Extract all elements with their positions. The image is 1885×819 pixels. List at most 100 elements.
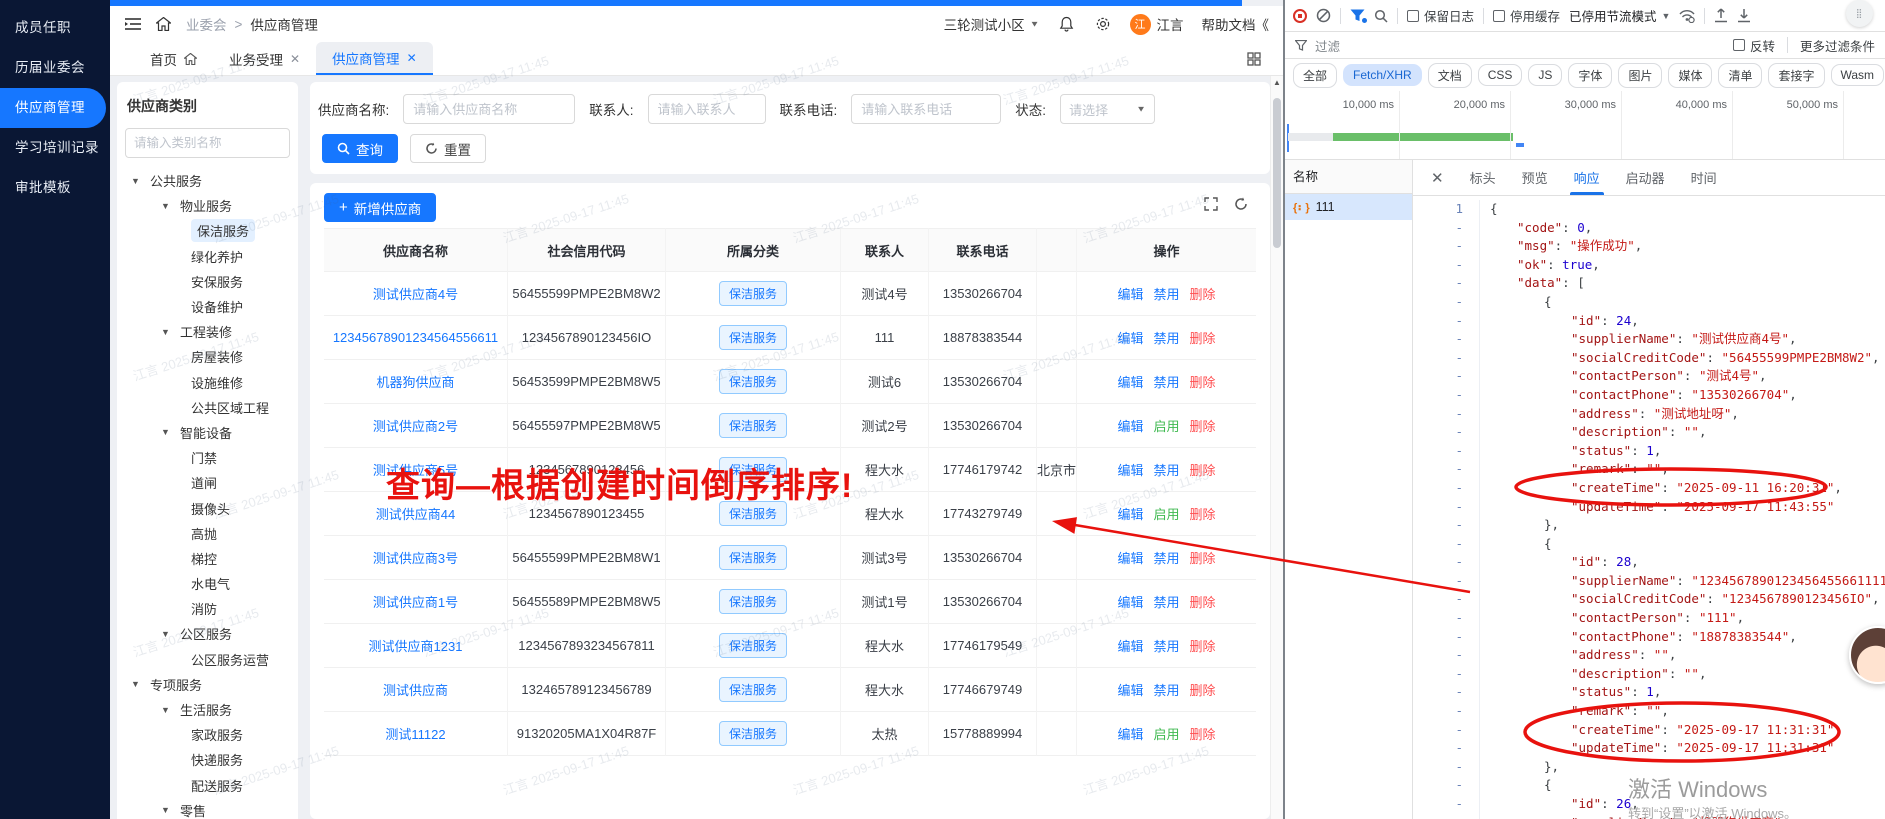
filter-chip-文档[interactable]: 文档 — [1427, 62, 1472, 88]
user-menu[interactable]: 江 江言 — [1129, 13, 1184, 35]
tree-expand-arrow-icon[interactable]: ▼ — [161, 805, 172, 815]
delete-action[interactable]: 删除 — [1190, 680, 1216, 699]
tree-expand-arrow-icon[interactable]: ▼ — [161, 327, 172, 337]
filter-chip-套接字[interactable]: 套接字 — [1768, 62, 1825, 88]
tree-node-公区服务[interactable]: ▼ 公区服务 — [117, 621, 298, 646]
collapse-menu-icon[interactable] — [124, 15, 142, 33]
app-scrollbar[interactable]: ▲ — [1270, 76, 1283, 819]
throttling-select[interactable]: 已停用节流模式 ▼ — [1569, 6, 1670, 25]
sidebar-item-审批模板[interactable]: 审批模板 — [0, 168, 110, 208]
detail-tab-响应[interactable]: 响应 — [1569, 160, 1604, 195]
supplier-name-link[interactable]: 测试供应商1231 — [324, 624, 508, 668]
filter-chip-CSS[interactable]: CSS — [1477, 64, 1523, 86]
supplier-name-link[interactable]: 机器狗供应商 — [324, 360, 508, 404]
sidebar-item-历届业委会[interactable]: 历届业委会 — [0, 48, 110, 88]
delete-action[interactable]: 删除 — [1190, 724, 1216, 743]
sidebar-item-成员任职[interactable]: 成员任职 — [0, 8, 110, 48]
toggle-status-action[interactable]: 启用 — [1153, 724, 1179, 743]
tab-options-grid-icon[interactable] — [1247, 51, 1261, 66]
gear-icon[interactable] — [1094, 15, 1112, 33]
filter-input-0[interactable] — [403, 94, 576, 124]
toggle-status-action[interactable]: 禁用 — [1153, 372, 1179, 391]
network-overview-timeline[interactable]: 10,000 ms 20,000 ms 30,000 ms 40,000 ms 50,0… — [1285, 91, 1885, 160]
filter-input-2[interactable] — [851, 94, 1002, 124]
import-har-icon[interactable] — [1714, 8, 1728, 23]
filter-chip-清单[interactable]: 清单 — [1718, 62, 1763, 88]
search-network-icon[interactable] — [1374, 9, 1388, 23]
tree-node-门禁[interactable]: 门禁 — [117, 445, 298, 470]
network-request-row[interactable]: {⠆} 111 — [1285, 194, 1412, 220]
status-select[interactable]: 请选择 ▼ — [1060, 94, 1156, 124]
category-search-input[interactable] — [125, 128, 290, 158]
tree-node-零售[interactable]: ▼ 零售 — [117, 798, 298, 819]
delete-action[interactable]: 删除 — [1190, 636, 1216, 655]
floating-grip-handle[interactable]: ⣿ — [1846, 0, 1873, 27]
tree-node-安保服务[interactable]: 安保服务 — [117, 269, 298, 294]
delete-action[interactable]: 删除 — [1190, 504, 1216, 523]
scroll-up-arrow[interactable]: ▲ — [1271, 76, 1283, 90]
toggle-status-action[interactable]: 禁用 — [1153, 592, 1179, 611]
tree-expand-arrow-icon[interactable]: ▼ — [161, 705, 172, 715]
detail-tab-启动器[interactable]: 启动器 — [1626, 160, 1665, 195]
community-selector[interactable]: 三轮测试小区 ▼ — [944, 14, 1040, 34]
toggle-status-action[interactable]: 禁用 — [1153, 284, 1179, 303]
tree-node-家政服务[interactable]: 家政服务 — [117, 722, 298, 747]
sidebar-item-供应商管理[interactable]: 供应商管理 — [0, 88, 106, 128]
edit-action[interactable]: 编辑 — [1117, 460, 1143, 479]
disable-cache-checkbox[interactable]: 停用缓存 — [1493, 6, 1560, 25]
close-detail-icon[interactable]: ✕ — [1431, 169, 1444, 187]
tree-node-生活服务[interactable]: ▼ 生活服务 — [117, 697, 298, 722]
response-json-viewer[interactable]: 1{- "code": 0, - "msg": "操作成功", - "ok": true,… — [1413, 197, 1885, 819]
delete-action[interactable]: 删除 — [1190, 460, 1216, 479]
tree-node-高抛[interactable]: 高抛 — [117, 521, 298, 546]
delete-action[interactable]: 删除 — [1190, 592, 1216, 611]
add-supplier-button[interactable]: + 新增供应商 — [324, 193, 437, 222]
home-icon[interactable] — [154, 15, 172, 33]
detail-tab-时间[interactable]: 时间 — [1691, 160, 1717, 195]
tree-node-消防[interactable]: 消防 — [117, 596, 298, 621]
toggle-status-action[interactable]: 禁用 — [1153, 460, 1179, 479]
edit-action[interactable]: 编辑 — [1117, 548, 1143, 567]
filter-chip-全部[interactable]: 全部 — [1293, 62, 1338, 88]
toggle-status-action[interactable]: 启用 — [1153, 504, 1179, 523]
delete-action[interactable]: 删除 — [1190, 548, 1216, 567]
help-docs-link[interactable]: 帮助文档《 — [1202, 14, 1270, 34]
tree-expand-arrow-icon[interactable]: ▼ — [161, 201, 172, 211]
tree-node-物业服务[interactable]: ▼ 物业服务 — [117, 193, 298, 218]
supplier-name-link[interactable]: 测试供应商1号 — [324, 580, 508, 624]
toggle-status-action[interactable]: 禁用 — [1153, 636, 1179, 655]
record-network-log-icon[interactable] — [1293, 8, 1307, 23]
filter-input[interactable]: 过滤 — [1315, 36, 1340, 55]
toggle-status-action[interactable]: 禁用 — [1153, 328, 1179, 347]
filter-input-1[interactable] — [647, 94, 766, 124]
tab-close-icon[interactable]: ✕ — [290, 52, 300, 66]
tree-expand-arrow-icon[interactable]: ▼ — [131, 176, 142, 186]
tab-供应商管理[interactable]: 供应商管理 ✕ — [316, 42, 433, 75]
reset-button[interactable]: 重置 — [410, 134, 486, 163]
filter-chip-JS[interactable]: JS — [1528, 64, 1563, 86]
supplier-name-link[interactable]: 12345678901234564556611 — [324, 316, 508, 360]
tab-首页[interactable]: 首页 — [134, 42, 213, 75]
tree-node-公共服务[interactable]: ▼ 公共服务 — [117, 168, 298, 193]
request-name-column-header[interactable]: 名称 — [1285, 160, 1412, 194]
supplier-name-link[interactable]: 测试供应商 — [324, 668, 508, 712]
tree-node-道闸[interactable]: 道闸 — [117, 470, 298, 495]
filter-chip-Wasm[interactable]: Wasm — [1830, 64, 1885, 86]
edit-action[interactable]: 编辑 — [1117, 636, 1143, 655]
tree-node-工程装修[interactable]: ▼ 工程装修 — [117, 319, 298, 344]
bell-icon[interactable] — [1058, 15, 1076, 33]
preserve-log-checkbox[interactable]: 保留日志 — [1407, 6, 1474, 25]
supplier-name-link[interactable]: 测试供应商2号 — [324, 404, 508, 448]
tree-node-水电气[interactable]: 水电气 — [117, 571, 298, 596]
clear-network-log-icon[interactable] — [1316, 8, 1331, 23]
tree-node-摄像头[interactable]: 摄像头 — [117, 495, 298, 520]
tree-node-房屋装修[interactable]: 房屋装修 — [117, 344, 298, 369]
edit-action[interactable]: 编辑 — [1117, 592, 1143, 611]
tree-expand-arrow-icon[interactable]: ▼ — [131, 679, 142, 689]
tree-node-设施维修[interactable]: 设施维修 — [117, 370, 298, 395]
edit-action[interactable]: 编辑 — [1117, 724, 1143, 743]
tab-close-icon[interactable]: ✕ — [407, 51, 417, 65]
filter-chip-Fetch/XHR[interactable]: Fetch/XHR — [1343, 64, 1422, 86]
more-filters-button[interactable]: 更多过滤条件 — [1800, 36, 1875, 55]
filter-chip-图片[interactable]: 图片 — [1618, 62, 1663, 88]
